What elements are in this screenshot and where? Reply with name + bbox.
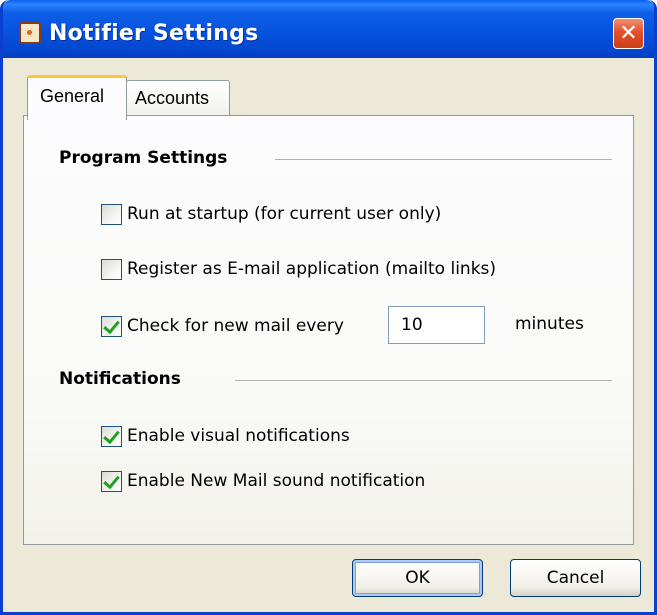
tab-general[interactable]: General <box>27 75 127 120</box>
sound-notification-option[interactable]: Enable New Mail sound notification <box>101 469 501 495</box>
sound-notification-label: Enable New Mail sound notification <box>127 471 426 491</box>
cancel-button[interactable]: Cancel <box>510 559 641 597</box>
checkmark-icon <box>103 471 120 490</box>
notifier-settings-window: Notifier Settings ✕ General Accounts Pro… <box>0 0 657 615</box>
interval-unit-label: minutes <box>515 314 584 334</box>
close-button[interactable]: ✕ <box>613 18 644 49</box>
ok-button[interactable]: OK <box>352 559 483 597</box>
tab-accounts[interactable]: Accounts <box>126 80 230 116</box>
program-settings-divider <box>275 159 612 160</box>
visual-notifications-checkbox[interactable] <box>101 426 122 447</box>
run-at-startup-label: Run at startup (for current user only) <box>127 204 442 224</box>
close-icon: ✕ <box>619 21 638 46</box>
checkmark-icon <box>103 426 120 445</box>
register-mailto-checkbox[interactable] <box>101 259 122 280</box>
notifier-app-icon <box>19 22 41 44</box>
register-mailto-label: Register as E-mail application (mailto l… <box>127 259 497 279</box>
title-bar[interactable]: Notifier Settings ✕ <box>3 0 654 58</box>
program-settings-heading: Program Settings <box>59 148 228 168</box>
run-at-startup-checkbox[interactable] <box>101 204 122 225</box>
visual-notifications-label: Enable visual notifications <box>127 426 350 446</box>
check-mail-option[interactable]: Check for new mail every <box>101 314 381 340</box>
check-mail-checkbox[interactable] <box>101 316 122 337</box>
run-at-startup-option[interactable]: Run at startup (for current user only) <box>101 202 521 228</box>
tab-accounts-label: Accounts <box>135 88 210 108</box>
check-mail-label: Check for new mail every <box>127 316 344 336</box>
window-title: Notifier Settings <box>49 21 259 46</box>
visual-notifications-option[interactable]: Enable visual notifications <box>101 424 421 450</box>
notifications-divider <box>235 380 612 381</box>
mail-interval-input[interactable] <box>388 306 485 344</box>
notifications-heading: Notifications <box>59 369 181 389</box>
tab-general-label: General <box>40 86 105 106</box>
register-mailto-option[interactable]: Register as E-mail application (mailto l… <box>101 257 561 283</box>
sound-notification-checkbox[interactable] <box>101 471 122 492</box>
checkmark-icon <box>103 316 120 335</box>
